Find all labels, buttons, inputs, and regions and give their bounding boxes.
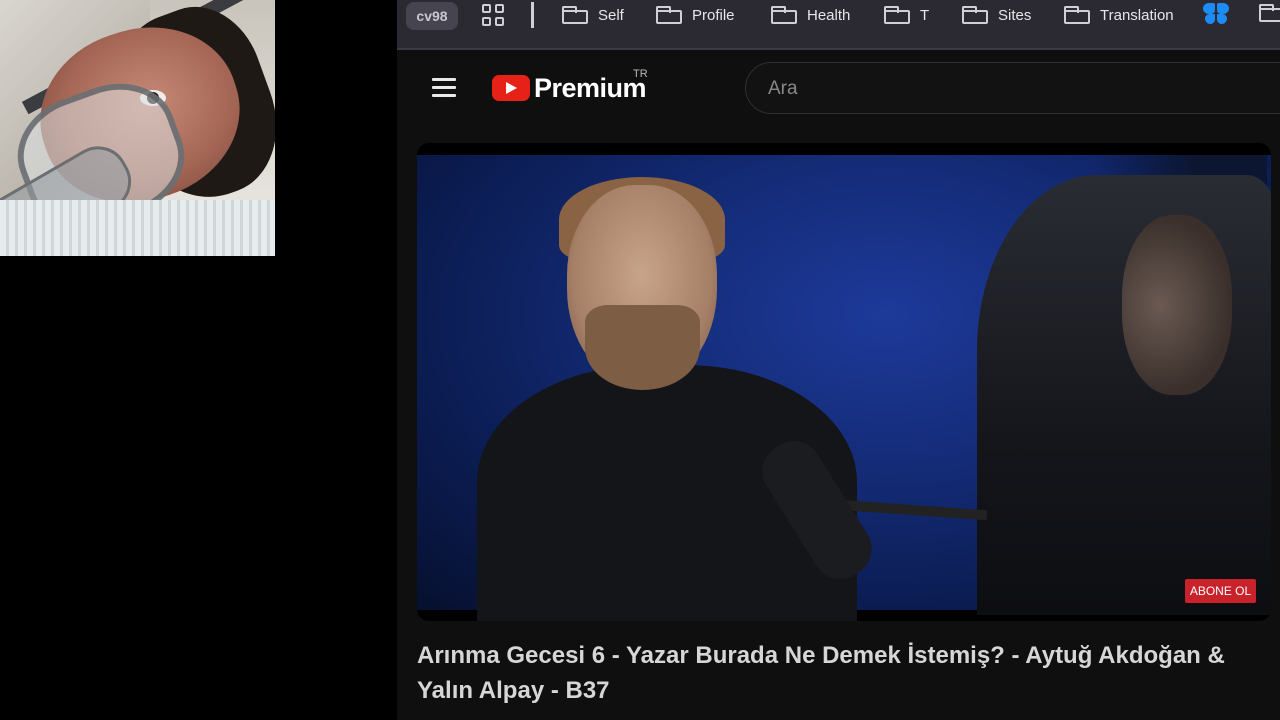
bookmark-folder-label: Health (807, 6, 851, 24)
folder-icon (656, 6, 682, 24)
bookmarks-bar: cv98 Self Profile Health T Sites Transla… (397, 0, 1280, 50)
search-input[interactable] (766, 75, 1270, 103)
bookmark-folder-sites[interactable]: Sites (962, 2, 1031, 28)
bookmark-folder-translation[interactable]: Translation (1064, 2, 1174, 28)
folder-icon (771, 6, 797, 24)
hamburger-menu-icon[interactable] (432, 77, 456, 97)
bookmark-folder-label: Translation (1100, 6, 1174, 24)
youtube-play-icon (492, 75, 530, 101)
video-frame: ABONE OL (417, 155, 1271, 621)
bookmark-folder-self[interactable]: Self (562, 2, 624, 28)
bookmark-folder-label: T (920, 6, 930, 24)
interviewer-silhouette (977, 175, 1271, 615)
blanket (0, 200, 275, 256)
interviewer-face (1122, 215, 1232, 395)
youtube-header: Premium TR (397, 50, 1280, 128)
webcam-overlay (0, 0, 275, 256)
folder-icon (884, 6, 910, 24)
youtube-premium-logo[interactable]: Premium (492, 72, 647, 103)
folder-icon (1259, 4, 1280, 22)
microphone-arm (836, 499, 988, 521)
logo-text: Premium (534, 72, 647, 103)
region-code: TR (633, 68, 648, 80)
bookmark-folder-profile[interactable]: Profile (656, 2, 735, 28)
bookmark-folder-overflow[interactable] (1259, 4, 1280, 22)
guest-beard (585, 305, 700, 390)
video-title[interactable]: Arınma Gecesi 6 - Yazar Burada Ne Demek … (417, 638, 1277, 708)
search-box (745, 62, 1280, 114)
browser-window: cv98 Self Profile Health T Sites Transla… (397, 0, 1280, 720)
subscribe-overlay-button[interactable]: ABONE OL (1185, 579, 1256, 603)
bluesky-butterfly-icon[interactable] (1203, 3, 1229, 27)
apps-grid-icon[interactable] (482, 4, 504, 26)
video-player[interactable]: ABONE OL (417, 143, 1271, 621)
bookmarks-separator (531, 2, 534, 28)
folder-icon (1064, 6, 1090, 24)
folder-icon (962, 6, 988, 24)
bookmark-folder-health[interactable]: Health (771, 2, 850, 28)
bookmark-folder-label: Self (598, 6, 624, 24)
bookmark-folder-label: Sites (998, 6, 1032, 24)
profile-button[interactable]: cv98 (406, 2, 458, 30)
bookmark-folder-t[interactable]: T (884, 2, 929, 28)
folder-icon (562, 6, 588, 24)
bookmark-folder-label: Profile (692, 6, 735, 24)
